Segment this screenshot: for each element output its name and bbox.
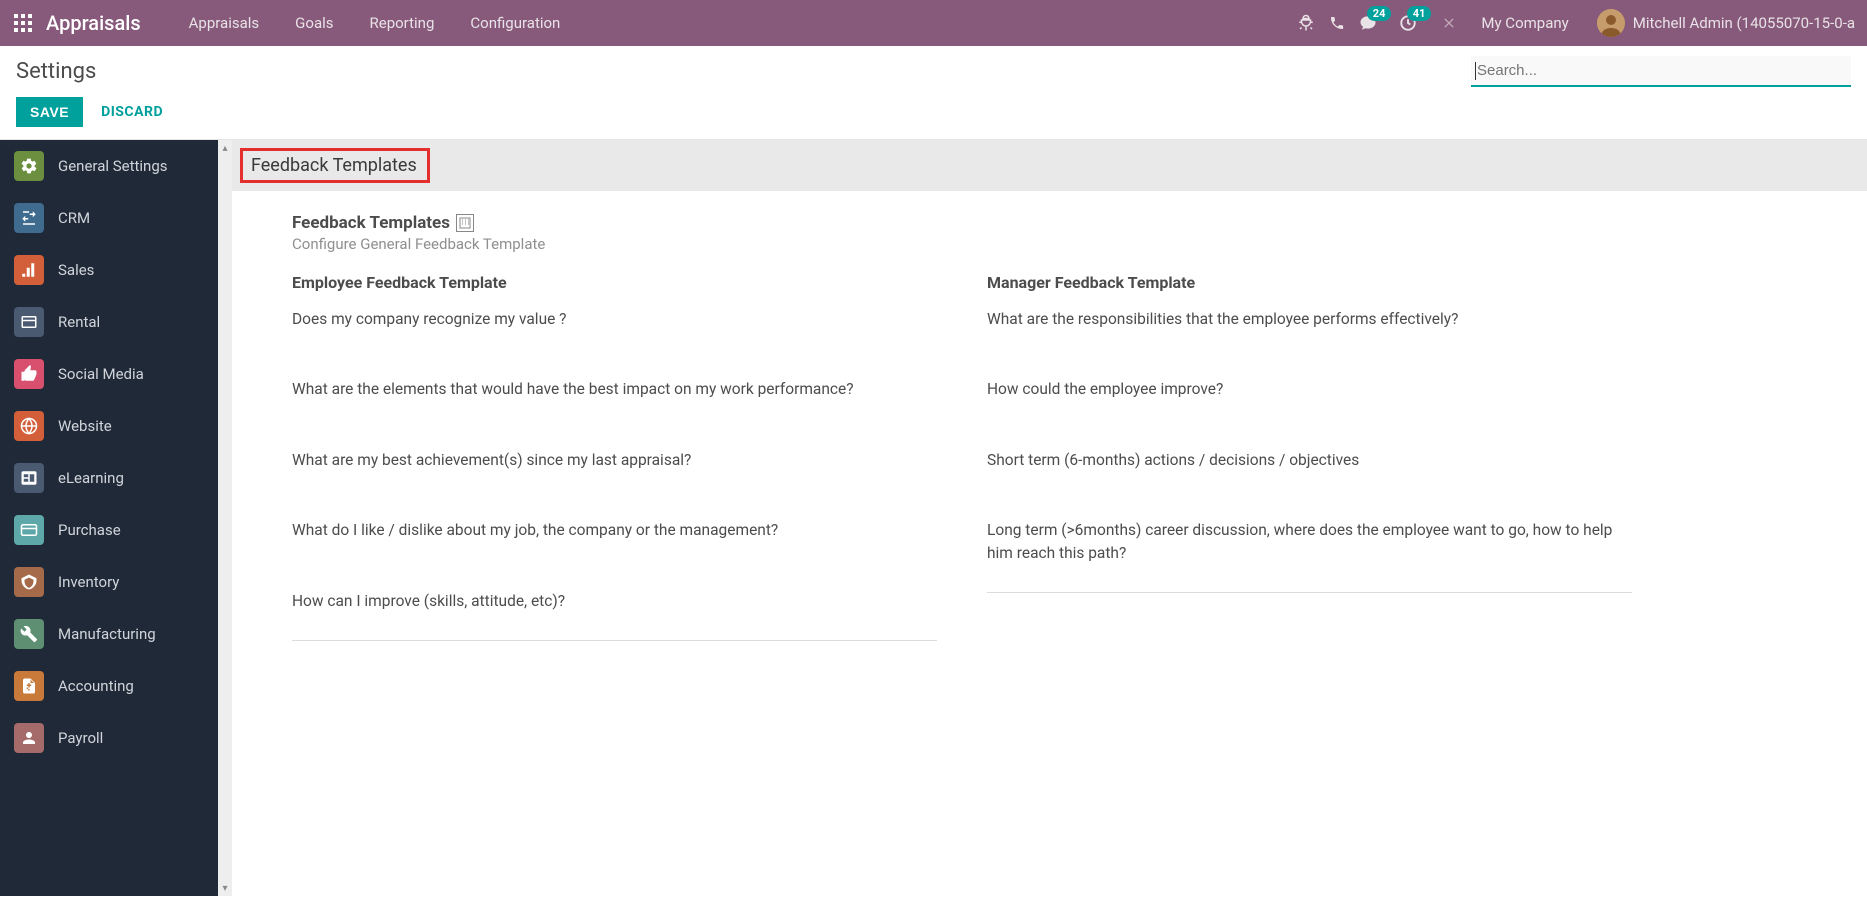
employee-question[interactable]: Does my company recognize my value ? xyxy=(292,308,937,330)
employee-question[interactable]: What do I like / dislike about my job, t… xyxy=(292,519,937,541)
setting-subtitle: Configure General Feedback Template xyxy=(292,235,1632,253)
company-scope-icon[interactable] xyxy=(456,214,474,232)
nav-item-reporting[interactable]: Reporting xyxy=(352,0,453,46)
sidebar-item-label: Website xyxy=(58,417,112,435)
highlight-box: Feedback Templates xyxy=(240,148,430,183)
activities-badge: 41 xyxy=(1407,6,1432,21)
sidebar-icon xyxy=(14,255,44,285)
sidebar-icon xyxy=(14,515,44,545)
sidebar-icon xyxy=(14,411,44,441)
manager-question[interactable]: How could the employee improve? xyxy=(987,378,1632,400)
search-input[interactable] xyxy=(1471,56,1851,87)
button-row: SAVE DISCARD xyxy=(0,91,1867,139)
setting-title: Feedback Templates xyxy=(292,213,450,233)
search-cursor xyxy=(1475,62,1476,80)
activities-icon[interactable]: 41 xyxy=(1399,14,1417,32)
nav-item-configuration[interactable]: Configuration xyxy=(452,0,578,46)
sidebar-icon xyxy=(14,463,44,493)
sidebar-item-label: Social Media xyxy=(58,365,144,383)
sidebar-item-label: Inventory xyxy=(58,573,119,591)
sidebar-icon xyxy=(14,359,44,389)
sidebar-item-elearning[interactable]: eLearning xyxy=(0,452,218,504)
sidebar-icon xyxy=(14,619,44,649)
sidebar-item-website[interactable]: Website xyxy=(0,400,218,452)
employee-question[interactable]: How can I improve (skills, attitude, etc… xyxy=(292,590,937,612)
section-header-feedback-templates: Feedback Templates xyxy=(232,140,1867,191)
sidebar-item-label: Manufacturing xyxy=(58,625,156,643)
sidebar-item-label: Rental xyxy=(58,313,100,331)
sidebar-icon xyxy=(14,307,44,337)
employee-feedback-header: Employee Feedback Template xyxy=(292,273,937,292)
sidebar-item-social-media[interactable]: Social Media xyxy=(0,348,218,400)
close-dev-icon[interactable] xyxy=(1441,15,1457,31)
header-right-icons: 24 41 My Company Mitchell Admin (1405507… xyxy=(1297,9,1859,37)
avatar xyxy=(1597,9,1625,37)
sidebar-icon xyxy=(14,567,44,597)
sidebar-icon xyxy=(14,671,44,701)
sidebar-item-purchase[interactable]: Purchase xyxy=(0,504,218,556)
nav-menu: Appraisals Goals Reporting Configuration xyxy=(171,0,579,46)
sidebar-item-general-settings[interactable]: General Settings xyxy=(0,140,218,192)
phone-icon[interactable] xyxy=(1329,15,1345,31)
messages-icon[interactable]: 24 xyxy=(1359,14,1377,32)
sidebar-item-label: Accounting xyxy=(58,677,134,695)
control-panel: Settings xyxy=(0,46,1867,91)
sidebar-item-sales[interactable]: Sales xyxy=(0,244,218,296)
sidebar-item-accounting[interactable]: Accounting xyxy=(0,660,218,712)
sidebar-item-crm[interactable]: CRM xyxy=(0,192,218,244)
sidebar-icon xyxy=(14,151,44,181)
sidebar-item-label: General Settings xyxy=(58,157,168,175)
discard-button[interactable]: DISCARD xyxy=(101,104,163,120)
sidebar-item-payroll[interactable]: Payroll xyxy=(0,712,218,764)
manager-feedback-column: Manager Feedback Template What are the r… xyxy=(987,273,1632,641)
nav-item-appraisals[interactable]: Appraisals xyxy=(171,0,278,46)
manager-feedback-header: Manager Feedback Template xyxy=(987,273,1632,292)
manager-question[interactable]: Short term (6-months) actions / decision… xyxy=(987,449,1632,471)
sidebar-item-label: Sales xyxy=(58,261,94,279)
divider xyxy=(292,640,937,641)
nav-item-goals[interactable]: Goals xyxy=(277,0,351,46)
settings-content: Feedback Templates Feedback Templates Co… xyxy=(232,140,1867,896)
divider xyxy=(987,592,1632,593)
settings-sidebar: General Settings CRM Sales Rental Social Med… xyxy=(0,140,218,896)
main-area: General Settings CRM Sales Rental Social Med… xyxy=(0,139,1867,896)
sidebar-item-label: Purchase xyxy=(58,521,121,539)
user-name: Mitchell Admin (14055070-15-0-a xyxy=(1633,14,1855,32)
sidebar-icon xyxy=(14,203,44,233)
employee-question[interactable]: What are my best achievement(s) since my… xyxy=(292,449,937,471)
manager-question[interactable]: What are the responsibilities that the e… xyxy=(987,308,1632,330)
sidebar-item-label: CRM xyxy=(58,209,90,227)
sidebar-icon xyxy=(14,723,44,753)
messages-badge: 24 xyxy=(1367,6,1392,21)
sidebar-item-label: eLearning xyxy=(58,469,124,487)
sidebar-item-label: Payroll xyxy=(58,729,103,747)
sidebar-item-rental[interactable]: Rental xyxy=(0,296,218,348)
sidebar-scrollbar[interactable]: ▴ ▾ xyxy=(218,140,232,896)
top-nav: Appraisals Appraisals Goals Reporting Co… xyxy=(0,0,1867,46)
breadcrumb: Settings xyxy=(16,59,96,84)
company-switcher[interactable]: My Company xyxy=(1471,14,1578,32)
employee-feedback-column: Employee Feedback Template Does my compa… xyxy=(292,273,937,641)
apps-icon[interactable] xyxy=(8,8,38,38)
manager-question[interactable]: Long term (>6months) career discussion, … xyxy=(987,519,1632,564)
sidebar-item-inventory[interactable]: Inventory xyxy=(0,556,218,608)
search-wrap xyxy=(1471,56,1851,87)
sidebar-item-manufacturing[interactable]: Manufacturing xyxy=(0,608,218,660)
debug-icon[interactable] xyxy=(1297,14,1315,32)
employee-question[interactable]: What are the elements that would have th… xyxy=(292,378,937,400)
user-menu[interactable]: Mitchell Admin (14055070-15-0-a xyxy=(1593,9,1859,37)
save-button[interactable]: SAVE xyxy=(16,97,83,127)
app-title[interactable]: Appraisals xyxy=(46,11,141,35)
